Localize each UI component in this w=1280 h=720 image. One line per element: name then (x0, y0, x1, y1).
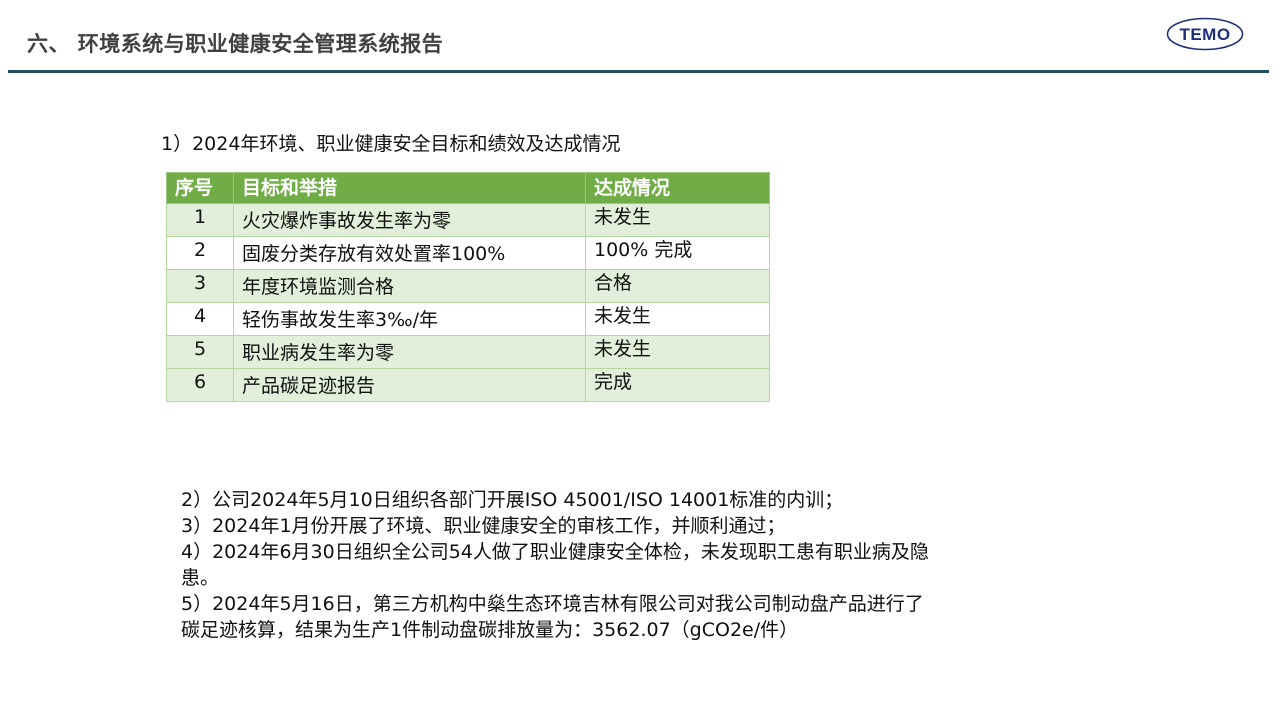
row-status: 完成 (585, 368, 770, 402)
row-status: 合格 (585, 269, 770, 303)
notes-block: 2）公司2024年5月10日组织各部门开展ISO 45001/ISO 14001… (181, 487, 941, 643)
table-header-row: 序号 目标和举措 达成情况 (166, 172, 770, 204)
table-row: 1 火灾爆炸事故发生率为零 未发生 (166, 203, 770, 237)
row-status: 未发生 (585, 302, 770, 336)
row-goal: 轻伤事故发生率3‰/年 (233, 302, 586, 336)
header-goal: 目标和举措 (233, 172, 586, 204)
row-number: 2 (166, 236, 234, 270)
row-number: 1 (166, 203, 234, 237)
header-status: 达成情况 (585, 172, 770, 204)
table-row: 3 年度环境监测合格 合格 (166, 269, 770, 303)
note-item: 3）2024年1月份开展了环境、职业健康安全的审核工作，并顺利通过； (181, 515, 786, 537)
table-row: 5 职业病发生率为零 未发生 (166, 335, 770, 369)
page-title: 六、 环境系统与职业健康安全管理系统报告 (27, 32, 444, 56)
table-row: 4 轻伤事故发生率3‰/年 未发生 (166, 302, 770, 336)
header-number: 序号 (166, 172, 234, 204)
row-number: 4 (166, 302, 234, 336)
row-goal: 固废分类存放有效处置率100% (233, 236, 586, 270)
row-number: 5 (166, 335, 234, 369)
row-status: 未发生 (585, 335, 770, 369)
row-status: 未发生 (585, 203, 770, 237)
logo-text: TEMO (1179, 25, 1230, 44)
row-status: 100% 完成 (585, 236, 770, 270)
row-goal: 年度环境监测合格 (233, 269, 586, 303)
row-goal: 火灾爆炸事故发生率为零 (233, 203, 586, 237)
note-item: 5）2024年5月16日，第三方机构中燊生态环境吉林有限公司对我公司制动盘产品进… (181, 593, 924, 641)
table-row: 2 固废分类存放有效处置率100% 100% 完成 (166, 236, 770, 270)
row-number: 3 (166, 269, 234, 303)
temo-logo: TEMO (1166, 17, 1244, 51)
row-number: 6 (166, 368, 234, 402)
table-row: 6 产品碳足迹报告 完成 (166, 368, 770, 402)
header-divider (8, 70, 1269, 73)
row-goal: 职业病发生率为零 (233, 335, 586, 369)
goals-table: 序号 目标和举措 达成情况 1 火灾爆炸事故发生率为零 未发生 2 固废分类存放… (166, 172, 770, 402)
note-item: 4）2024年6月30日组织全公司54人做了职业健康安全体检，未发现职工患有职业… (181, 541, 929, 589)
section-subtitle: 1）2024年环境、职业健康安全目标和绩效及达成情况 (161, 133, 621, 155)
note-item: 2）公司2024年5月10日组织各部门开展ISO 45001/ISO 14001… (181, 489, 844, 511)
row-goal: 产品碳足迹报告 (233, 368, 586, 402)
